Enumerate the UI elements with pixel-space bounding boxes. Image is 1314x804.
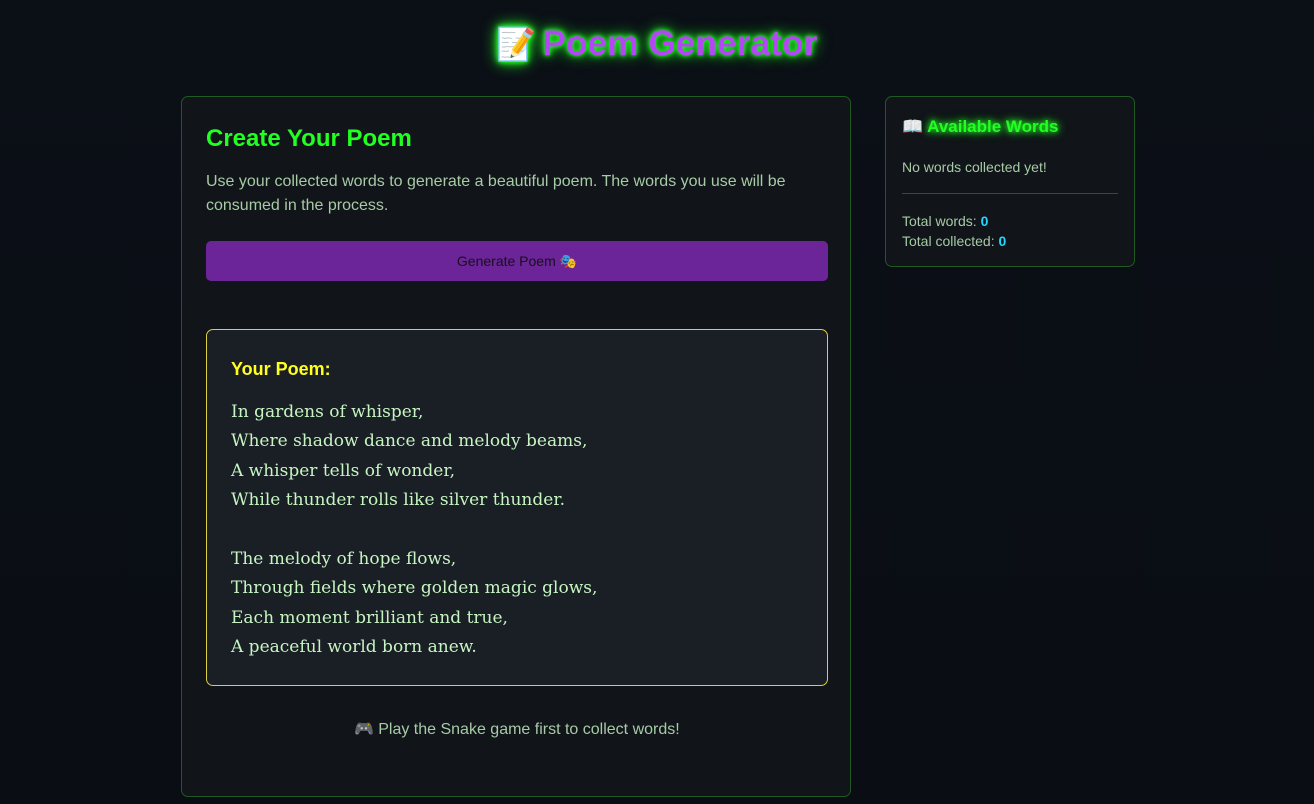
collect-words-hint: 🎮 Play the Snake game first to collect wo… [182,718,852,742]
collect-words-hint-text: Play the Snake game first to collect wor… [378,721,680,738]
total-words-label: Total words: [902,213,977,229]
poem-line: Each moment brilliant and true, [231,607,508,628]
poem-line: A peaceful world born anew. [231,637,477,658]
open-book-icon: 📖 [902,117,924,136]
poem-line: Through fields where golden magic glows, [231,578,598,599]
total-words-value: 0 [980,213,989,229]
poem-line: Where shadow dance and melody beams, [231,431,588,452]
total-collected-stat: Total collected: 0 [902,231,1006,251]
poem-output-box: Your Poem: In gardens of whisper, Where … [206,329,828,686]
sidebar-divider [902,193,1118,194]
available-words-panel: 📖 Available Words No words collected yet!… [885,96,1135,267]
poem-output-heading: Your Poem: [231,359,331,379]
page-title-text: Poem Generator [542,24,818,63]
poem-line: In gardens of whisper, [231,402,424,422]
poem-creator-panel: Create Your Poem Use your collected word… [181,96,851,797]
total-collected-label: Total collected: [902,233,995,249]
create-poem-description: Use your collected words to generate a b… [206,173,786,214]
available-words-heading: 📖 Available Words [902,116,1059,138]
memo-icon: 📝 [496,26,537,62]
poem-stanza-break [231,516,791,545]
generate-poem-button[interactable]: Generate Poem 🎭 [206,241,828,281]
game-controller-icon: 🎮 [354,721,375,738]
poem-line: While thunder rolls like silver thunder. [231,490,565,511]
create-poem-heading: Create Your Poem [206,125,412,152]
page-title: 📝 Poem Generator [0,22,1314,66]
poem-line: The melody of hope flows, [231,548,457,569]
total-words-stat: Total words: 0 [902,211,988,231]
total-collected-value: 0 [998,233,1007,249]
poem-text: In gardens of whisper, Where shadow danc… [231,398,791,663]
poem-line: A whisper tells of wonder, [231,460,455,481]
available-words-heading-text: Available Words [927,117,1059,136]
no-words-message: No words collected yet! [902,159,1047,175]
